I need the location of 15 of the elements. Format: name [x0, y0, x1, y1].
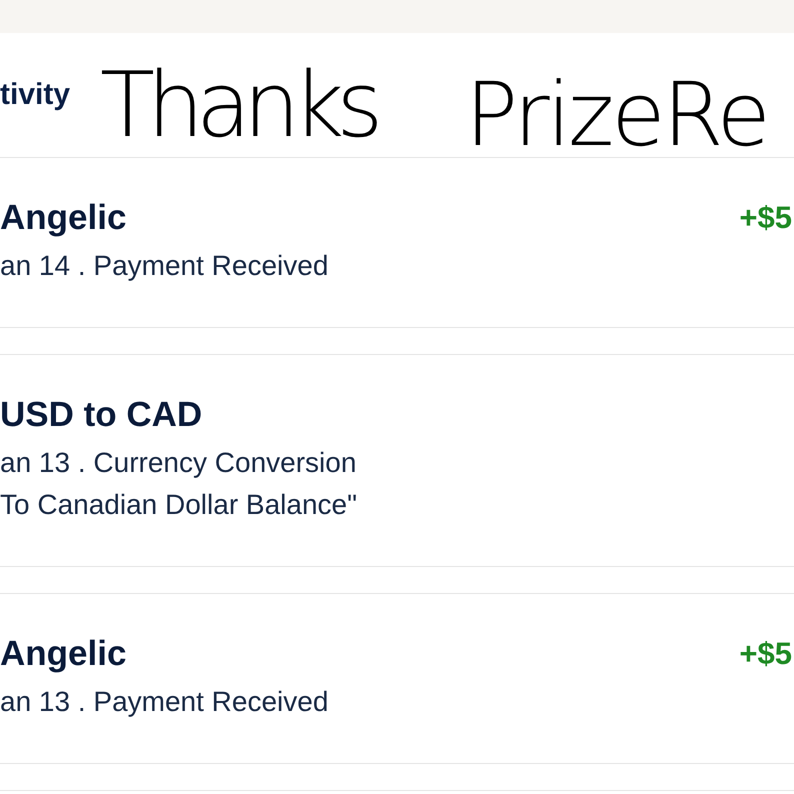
- transaction-row[interactable]: Angelic an 13 . Payment Received +$5: [0, 593, 794, 764]
- transaction-name: Angelic: [0, 200, 128, 236]
- transaction-row[interactable]: Angelic an 14 . Payment Received +$5: [0, 158, 794, 328]
- transaction-name: Angelic: [0, 636, 128, 672]
- handwritten-note: Thanks: [100, 61, 377, 151]
- transaction-amount: +$5: [739, 200, 792, 236]
- handwritten-note: PrizeRe: [465, 71, 769, 159]
- section-title: tivity: [0, 77, 70, 113]
- transaction-detail: an 14 . Payment Received: [0, 249, 328, 283]
- transaction-name: USD to CAD: [0, 397, 204, 433]
- transaction-amount: +$5: [739, 636, 792, 672]
- transaction-detail: an 13 . Payment Received: [0, 685, 328, 719]
- transaction-row[interactable]: USD to CAD an 13 . Currency Conversion To Canadian Dollar Balance": [0, 354, 794, 567]
- transaction-detail: an 13 . Currency Conversion: [0, 446, 358, 480]
- transaction-detail: To Canadian Dollar Balance": [0, 488, 358, 522]
